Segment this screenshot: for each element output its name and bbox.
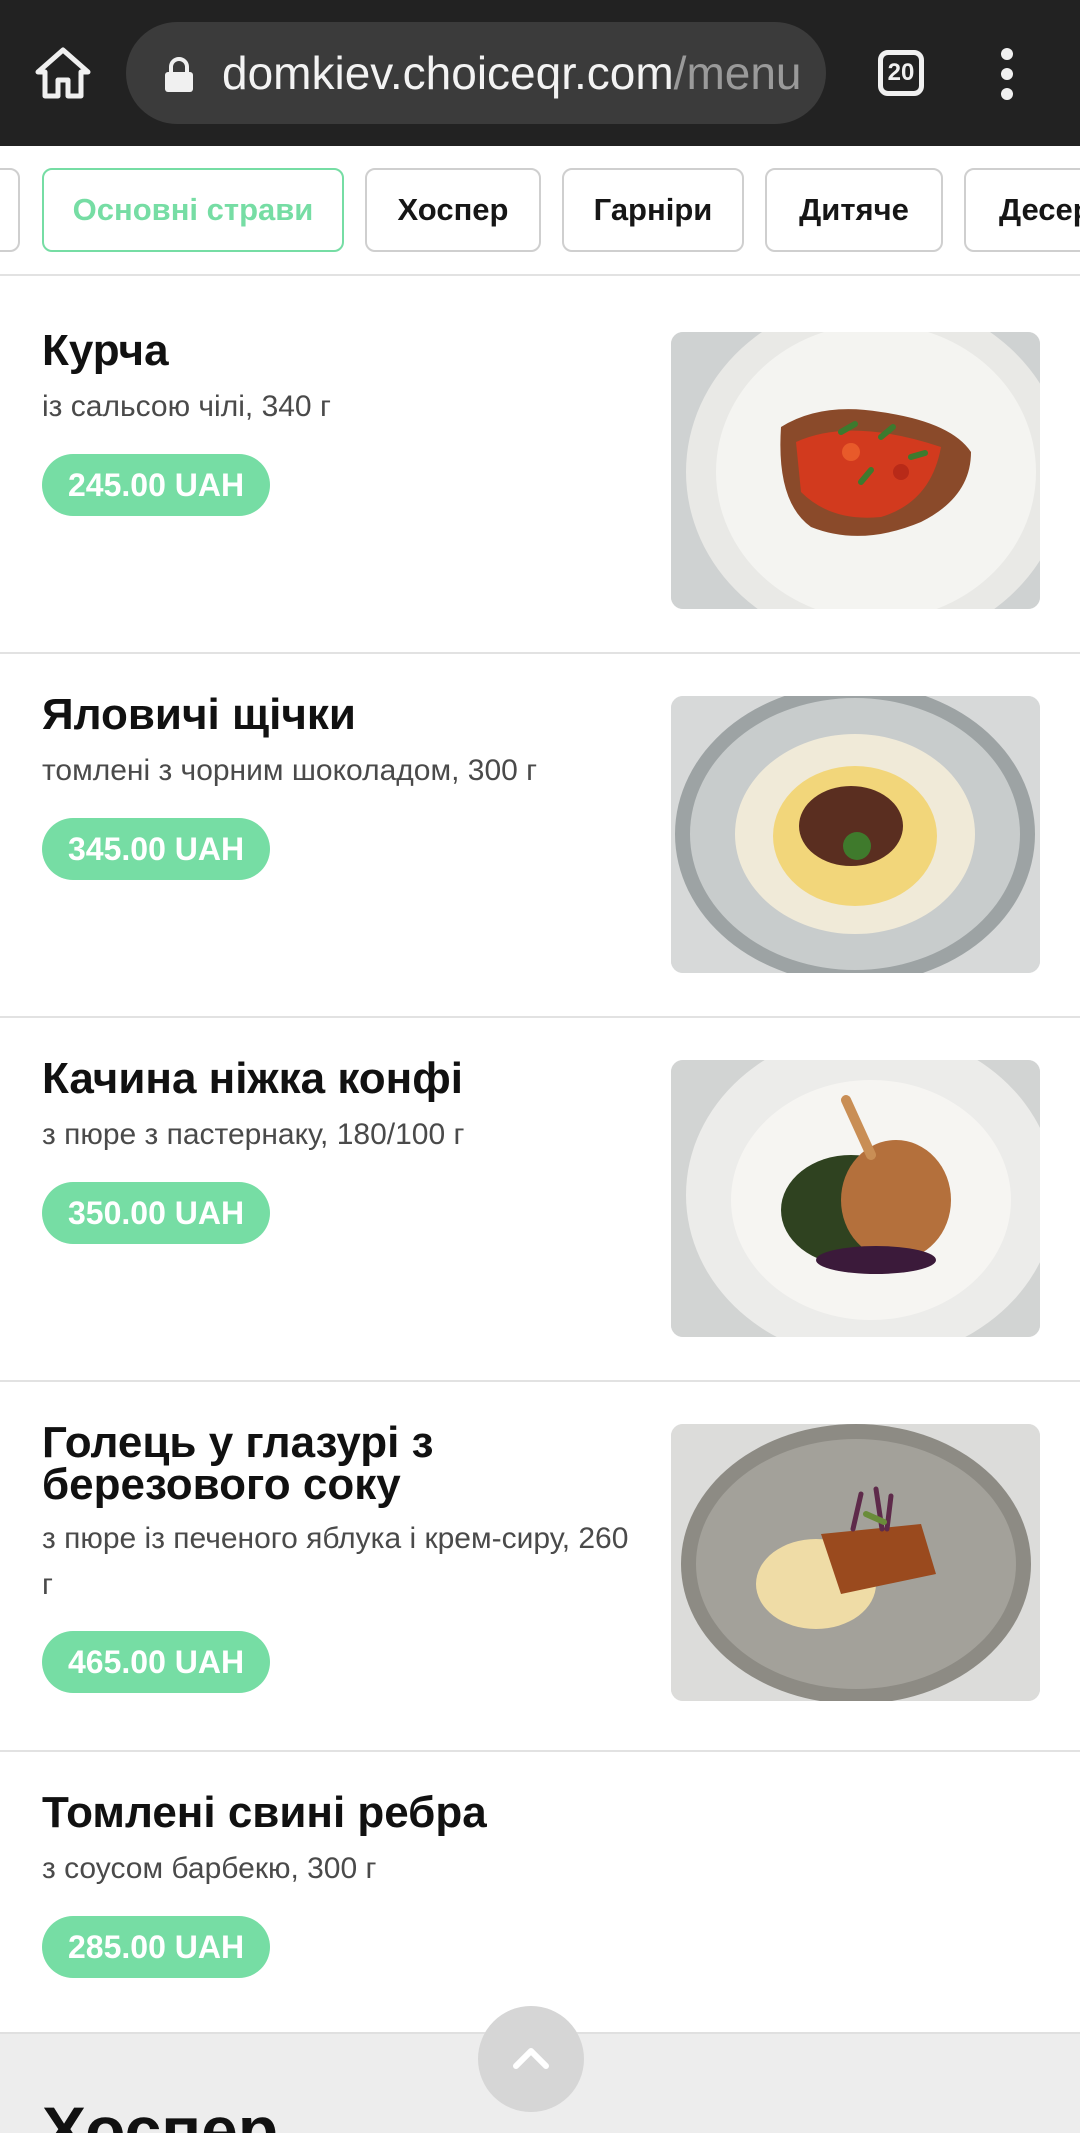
tabs-icon[interactable]: 20 xyxy=(878,50,924,96)
lock-icon xyxy=(162,56,196,94)
item-name: Качина ніжка конфі xyxy=(42,1054,463,1103)
category-chip-desserts[interactable]: Десер xyxy=(964,168,1080,252)
scroll-top-button[interactable] xyxy=(478,2006,584,2112)
category-chip-kids[interactable]: Дитяче xyxy=(765,168,943,252)
menu-item[interactable]: Яловичі щічки томлені з чорним шоколадом… xyxy=(0,654,1080,1018)
home-icon[interactable] xyxy=(32,42,94,104)
category-chip-main-dishes[interactable]: Основні страви xyxy=(42,168,344,252)
category-chip-hosper[interactable]: Хоспер xyxy=(365,168,541,252)
chevron-up-icon xyxy=(513,2048,549,2069)
item-name: Томлені свині ребра xyxy=(42,1788,487,1837)
char-fish-photo[interactable] xyxy=(671,1424,1040,1701)
item-description: з пюре з пастернаку, 180/100 г xyxy=(42,1118,465,1151)
url-path: /menu xyxy=(673,47,802,99)
beef-cheeks-photo[interactable] xyxy=(671,696,1040,973)
menu-item[interactable]: Качина ніжка конфі з пюре з пастернаку, … xyxy=(0,1018,1080,1382)
tab-count: 20 xyxy=(887,59,915,86)
url-domain: domkiev.choiceqr.com xyxy=(222,47,674,99)
category-chip-previous[interactable] xyxy=(0,168,20,252)
menu-item[interactable]: Голець у глазурі з березового соку з пюр… xyxy=(0,1382,1080,1752)
price-badge: 465.00 UAH xyxy=(42,1631,271,1693)
more-vert-icon[interactable] xyxy=(992,48,1022,100)
item-description: із сальсою чілі, 340 г xyxy=(42,390,331,423)
item-name: Голець у глазурі з березового соку xyxy=(42,1418,434,1509)
category-tabs: Основні страви Хоспер Гарніри Дитяче Дес… xyxy=(0,146,1080,276)
section-title: Хоспер xyxy=(42,2093,279,2133)
menu-list: Курча із сальсою чілі, 340 г 245.00 UAH … xyxy=(0,290,1080,2030)
address-bar[interactable]: domkiev.choiceqr.com/menu xyxy=(126,22,826,124)
category-chip-sides[interactable]: Гарніри xyxy=(562,168,744,252)
browser-toolbar: domkiev.choiceqr.com/menu 20 xyxy=(0,0,1080,146)
item-description: томлені з чорним шоколадом, 300 г xyxy=(42,754,538,787)
item-name: Курча xyxy=(42,326,169,375)
grilled-chicken-photo[interactable] xyxy=(671,332,1040,609)
price-badge: 285.00 UAH xyxy=(42,1916,271,1978)
price-badge: 345.00 UAH xyxy=(42,818,271,880)
menu-item[interactable]: Томлені свині ребра з соусом барбекю, 30… xyxy=(0,1752,1080,2030)
url-text: domkiev.choiceqr.com/menu xyxy=(222,22,802,124)
item-description: з пюре із печеного яблука і крем-сиру, 2… xyxy=(42,1522,629,1601)
item-name: Яловичі щічки xyxy=(42,690,356,739)
item-description: з соусом барбекю, 300 г xyxy=(42,1852,377,1885)
duck-confit-photo[interactable] xyxy=(671,1060,1040,1337)
price-badge: 245.00 UAH xyxy=(42,454,271,516)
price-badge: 350.00 UAH xyxy=(42,1182,271,1244)
menu-item[interactable]: Курча із сальсою чілі, 340 г 245.00 UAH xyxy=(0,290,1080,654)
